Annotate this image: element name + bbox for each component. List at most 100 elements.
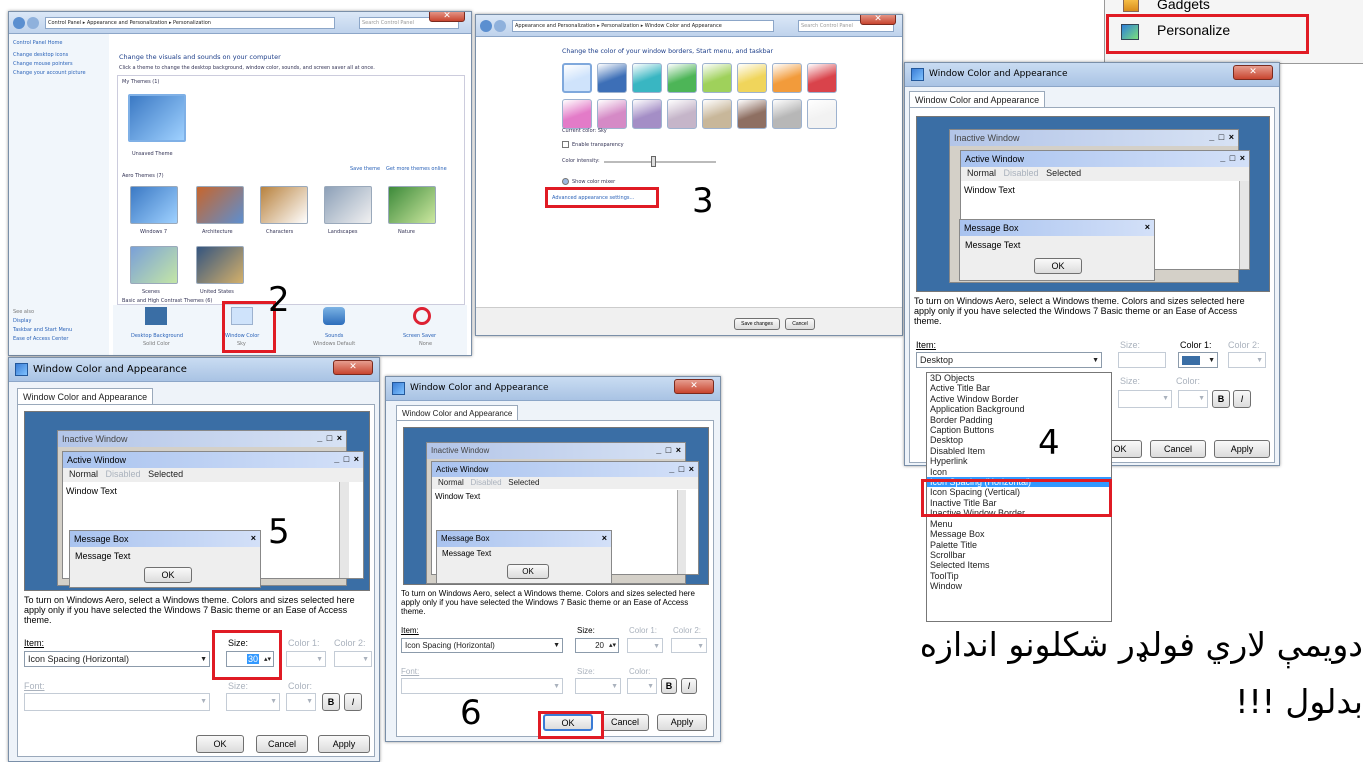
item-dropdown[interactable]: Icon Spacing (Horizontal) ▼ xyxy=(24,651,210,667)
color-swatch[interactable] xyxy=(702,63,732,93)
color2-picker[interactable]: ▼ xyxy=(671,638,707,653)
list-item[interactable]: Active Window Border xyxy=(927,394,1111,404)
list-item[interactable]: Desktop xyxy=(927,435,1111,445)
color-mixer-toggle[interactable] xyxy=(562,178,569,185)
theme-united-states[interactable] xyxy=(196,246,244,284)
theme-architecture[interactable] xyxy=(196,186,244,224)
intensity-thumb[interactable] xyxy=(651,156,656,167)
apply-button[interactable]: Apply xyxy=(1214,440,1270,458)
breadcrumb[interactable]: Control Panel ▸ Appearance and Personali… xyxy=(45,17,335,29)
color-swatch[interactable] xyxy=(667,99,697,129)
color-swatch[interactable] xyxy=(807,63,837,93)
color-swatch[interactable] xyxy=(737,63,767,93)
color-swatch[interactable] xyxy=(772,99,802,129)
close-button[interactable]: ✕ xyxy=(333,360,373,375)
back-icon[interactable] xyxy=(13,17,25,29)
side-link[interactable]: Change desktop icons xyxy=(13,52,105,58)
font-dropdown[interactable]: ▼ xyxy=(24,693,210,711)
italic-button[interactable]: I xyxy=(681,678,697,694)
close-button[interactable]: ✕ xyxy=(1233,65,1273,80)
font-dropdown[interactable]: ▼ xyxy=(401,678,563,694)
side-link[interactable]: Change mouse pointers xyxy=(13,61,105,67)
get-more-themes-link[interactable]: Get more themes online xyxy=(386,166,447,172)
close-button[interactable]: ✕ xyxy=(674,379,714,394)
size-spinner[interactable]: 20 ▴▾ xyxy=(575,638,619,653)
font-size-dropdown[interactable]: ▼ xyxy=(1118,390,1172,408)
color-swatch[interactable] xyxy=(562,99,592,129)
save-changes-button[interactable]: Save changes xyxy=(734,318,780,330)
list-item[interactable]: ToolTip xyxy=(927,571,1111,581)
list-item[interactable]: Border Padding xyxy=(927,415,1111,425)
theme-characters[interactable] xyxy=(260,186,308,224)
cancel-button[interactable]: Cancel xyxy=(1150,440,1206,458)
font-color-picker[interactable]: ▼ xyxy=(286,693,316,711)
list-item[interactable]: Window xyxy=(927,581,1111,591)
list-item[interactable]: Selected Items xyxy=(927,560,1111,570)
list-item[interactable]: Scrollbar xyxy=(927,550,1111,560)
apply-button[interactable]: Apply xyxy=(657,714,707,731)
setting-title[interactable]: Sounds xyxy=(325,333,343,339)
apply-button[interactable]: Apply xyxy=(318,735,370,753)
color-swatch[interactable] xyxy=(632,63,662,93)
list-item[interactable]: Icon xyxy=(927,467,1111,477)
font-color-picker[interactable]: ▼ xyxy=(1178,390,1208,408)
theme-scenes[interactable] xyxy=(130,246,178,284)
intensity-slider[interactable] xyxy=(604,161,716,163)
forward-icon[interactable] xyxy=(494,20,506,32)
tab-window-color[interactable]: Window Color and Appearance xyxy=(396,405,519,421)
tab-window-color[interactable]: Window Color and Appearance xyxy=(17,388,154,405)
list-item[interactable]: Caption Buttons xyxy=(927,425,1111,435)
close-button[interactable]: ✕ xyxy=(860,15,896,25)
menu-item-gadgets[interactable]: Gadgets xyxy=(1115,0,1355,14)
color1-picker[interactable]: ▼ xyxy=(1178,352,1218,368)
theme-landscapes[interactable] xyxy=(324,186,372,224)
list-item[interactable]: 3D Objects xyxy=(927,373,1111,383)
color-swatch[interactable] xyxy=(772,63,802,93)
ok-button[interactable]: OK xyxy=(507,564,549,579)
see-also-link[interactable]: Taskbar and Start Menu xyxy=(13,327,72,333)
font-size-dropdown[interactable]: ▼ xyxy=(575,678,621,694)
side-link[interactable]: Control Panel Home xyxy=(13,40,105,46)
item-dropdown[interactable]: Icon Spacing (Horizontal) ▼ xyxy=(401,638,563,653)
list-item[interactable]: Disabled Item xyxy=(927,446,1111,456)
close-button[interactable]: ✕ xyxy=(429,12,465,22)
list-item[interactable]: Active Title Bar xyxy=(927,383,1111,393)
item-dropdown[interactable]: Desktop ▼ xyxy=(916,352,1102,368)
color-swatch[interactable] xyxy=(597,99,627,129)
list-item[interactable]: Palette Title xyxy=(927,540,1111,550)
see-also-link[interactable]: Display xyxy=(13,318,31,324)
theme-windows7[interactable] xyxy=(130,186,178,224)
ok-button[interactable]: OK xyxy=(1034,258,1082,274)
color2-picker[interactable]: ▼ xyxy=(334,651,372,667)
list-item[interactable]: Message Box xyxy=(927,529,1111,539)
tab-window-color[interactable]: Window Color and Appearance xyxy=(909,91,1046,108)
list-item[interactable]: Hyperlink xyxy=(927,456,1111,466)
color1-picker[interactable]: ▼ xyxy=(627,638,663,653)
setting-title[interactable]: Screen Saver xyxy=(403,333,436,339)
cancel-button[interactable]: Cancel xyxy=(601,714,649,731)
bold-button[interactable]: B xyxy=(661,678,677,694)
color2-picker[interactable]: ▼ xyxy=(1228,352,1266,368)
back-icon[interactable] xyxy=(480,20,492,32)
forward-icon[interactable] xyxy=(27,17,39,29)
italic-button[interactable]: I xyxy=(1233,390,1251,408)
font-color-picker[interactable]: ▼ xyxy=(627,678,657,694)
cancel-button[interactable]: Cancel xyxy=(785,318,815,330)
save-theme-link[interactable]: Save theme xyxy=(350,166,380,172)
theme-unsaved[interactable] xyxy=(128,94,186,142)
ok-button[interactable]: OK xyxy=(144,567,192,583)
color-swatch[interactable] xyxy=(702,99,732,129)
color-swatch[interactable] xyxy=(737,99,767,129)
color-swatch[interactable] xyxy=(667,63,697,93)
list-item[interactable]: Application Background xyxy=(927,404,1111,414)
ok-button[interactable]: OK xyxy=(196,735,244,753)
list-item[interactable]: Menu xyxy=(927,519,1111,529)
theme-nature[interactable] xyxy=(388,186,436,224)
breadcrumb[interactable]: Appearance and Personalization ▸ Persona… xyxy=(512,20,774,32)
transparency-checkbox[interactable] xyxy=(562,141,569,148)
color-swatch[interactable] xyxy=(807,99,837,129)
color-swatch[interactable] xyxy=(562,63,592,93)
bold-button[interactable]: B xyxy=(1212,390,1230,408)
size-spinner[interactable] xyxy=(1118,352,1166,368)
cancel-button[interactable]: Cancel xyxy=(256,735,308,753)
